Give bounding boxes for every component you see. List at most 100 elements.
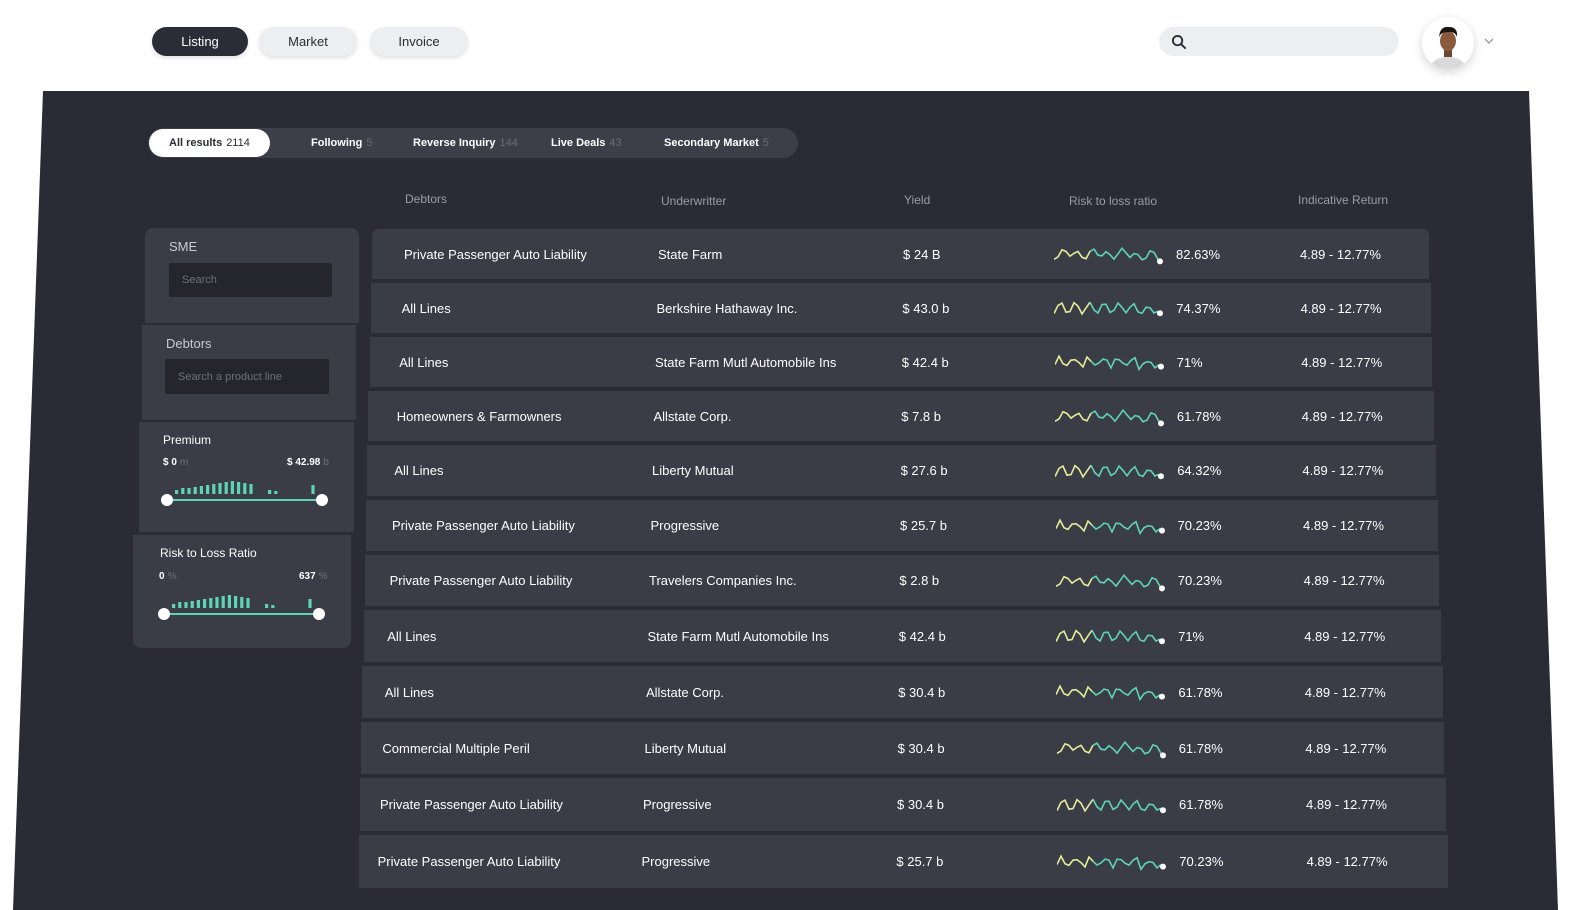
risk-sparkline xyxy=(1056,740,1166,759)
table-row[interactable]: All Lines Berkshire Hathaway Inc. $ 43.0 b… xyxy=(370,283,1431,335)
tab-reverse-inquiry[interactable]: Reverse Inquiry 144 xyxy=(413,128,518,158)
cell-underwriter: State Farm xyxy=(658,246,723,262)
tab-count: 144 xyxy=(499,137,518,149)
cell-underwriter: Allstate Corp. xyxy=(653,408,732,424)
sparkline-segment-high xyxy=(1055,575,1093,587)
column-header-underwriter[interactable]: Underwritter xyxy=(661,194,726,208)
column-header-risk[interactable]: Risk to loss ratio xyxy=(1069,194,1157,208)
sparkline-segment-low xyxy=(1092,798,1162,811)
tab-secondary-market[interactable]: Secondary Market 5 xyxy=(664,128,769,158)
table-row[interactable]: Private Passenger Auto Liability Traveler… xyxy=(364,555,1440,608)
debtors-search-input[interactable]: Search a product line xyxy=(165,359,329,394)
sme-search-input[interactable]: Search xyxy=(169,263,332,297)
risk-sparkline xyxy=(1056,684,1166,702)
cell-yield: $ 30.4 b xyxy=(898,684,946,700)
tab-live-deals[interactable]: Live Deals 43 xyxy=(551,128,622,158)
risk-sparkline xyxy=(1055,573,1165,591)
risk-slider-max-handle[interactable] xyxy=(313,608,325,620)
column-header-yield[interactable]: Yield xyxy=(904,193,930,207)
tab-count: 2114 xyxy=(226,137,250,149)
filter-label: Premium xyxy=(163,433,212,447)
sparkline-segment-low xyxy=(1092,740,1162,755)
cell-underwriter: State Farm Mutl Automobile Ins xyxy=(647,628,829,644)
cell-yield: $ 42.4 b xyxy=(901,354,949,370)
premium-slider-track[interactable] xyxy=(167,499,322,501)
histogram-bar xyxy=(224,482,228,494)
cell-debtor: All Lines xyxy=(401,300,451,316)
risk-slider-track[interactable] xyxy=(164,613,319,615)
user-avatar[interactable] xyxy=(1422,17,1474,69)
table-row[interactable]: All Lines State Farm Mutl Automobile Ins $… xyxy=(363,610,1441,664)
cell-return: 4.89 - 12.77% xyxy=(1303,573,1385,588)
cell-risk: 61.78% xyxy=(1178,740,1223,756)
table-row[interactable]: All Lines State Farm Mutl Automobile Ins $… xyxy=(369,337,1433,389)
histogram-bar xyxy=(246,598,250,608)
histogram-bar xyxy=(274,491,278,494)
histogram-bar xyxy=(196,600,200,608)
sparkline-segment-low xyxy=(1090,408,1160,423)
tab-count: 43 xyxy=(609,137,622,149)
column-header-return[interactable]: Indicative Return xyxy=(1298,193,1388,207)
risk-sparkline xyxy=(1054,408,1164,427)
risk-sparkline xyxy=(1055,517,1165,535)
histogram-bar xyxy=(249,484,253,494)
histogram-bar xyxy=(187,488,191,494)
cell-debtor: Private Passenger Auto Liability xyxy=(380,797,563,812)
histogram-bar xyxy=(206,485,210,494)
histogram-bar xyxy=(221,596,225,608)
tab-all-results[interactable]: All results 2114 xyxy=(149,129,270,157)
cell-underwriter: Liberty Mutual xyxy=(651,463,734,478)
chevron-down-icon[interactable] xyxy=(1483,36,1495,46)
histogram-bar xyxy=(230,481,234,494)
cell-underwriter: Liberty Mutual xyxy=(644,740,727,756)
cell-risk: 70.23% xyxy=(1179,854,1224,869)
histogram-bar xyxy=(209,598,213,608)
table-row[interactable]: Private Passenger Auto Liability Progress… xyxy=(360,778,1446,833)
risk-max-value: 637% xyxy=(299,571,328,582)
risk-sparkline xyxy=(1057,797,1166,813)
cell-underwriter: Berkshire Hathaway Inc. xyxy=(656,300,798,316)
histogram-bar xyxy=(175,490,179,494)
sparkline-end-dot xyxy=(1159,752,1166,759)
cell-underwriter: Allstate Corp. xyxy=(645,684,725,700)
histogram-bar xyxy=(243,483,247,494)
filter-sme: SME Search xyxy=(145,228,359,323)
cell-return: 4.89 - 12.77% xyxy=(1300,246,1381,262)
sparkline-segment-low xyxy=(1090,464,1160,477)
histogram-bar xyxy=(311,485,315,494)
cell-debtor: Private Passenger Auto Liability xyxy=(392,518,575,533)
filter-label: Debtors xyxy=(166,336,212,351)
column-header-debtors[interactable]: Debtors xyxy=(405,192,447,206)
tab-following[interactable]: Following 5 xyxy=(311,128,372,158)
cell-debtor: Private Passenger Auto Liability xyxy=(377,854,561,869)
sparkline-segment-low xyxy=(1089,301,1159,315)
table-row[interactable]: Homeowners & Farmowners Allstate Corp. $ 7… xyxy=(368,391,1435,443)
cell-yield: $ 42.4 b xyxy=(898,628,946,644)
table-row[interactable]: Private Passenger Auto Liability State Fa… xyxy=(372,229,1429,281)
risk-min-value: 0% xyxy=(159,571,177,582)
nav-tab-market[interactable]: Market xyxy=(259,27,357,56)
premium-slider-min-handle[interactable] xyxy=(161,494,173,506)
global-search-input[interactable] xyxy=(1159,27,1399,56)
nav-tab-invoice[interactable]: Invoice xyxy=(370,27,468,56)
table-row[interactable]: Private Passenger Auto Liability Progress… xyxy=(358,835,1448,890)
nav-tab-listing[interactable]: Listing xyxy=(152,27,248,56)
cell-underwriter: State Farm Mutl Automobile Ins xyxy=(654,354,837,370)
risk-slider-min-handle[interactable] xyxy=(158,608,170,620)
histogram-bar xyxy=(212,484,216,494)
premium-slider-max-handle[interactable] xyxy=(316,494,328,506)
table-row[interactable]: All Lines Allstate Corp. $ 30.4 b 61.78% 4.8… xyxy=(362,666,1443,720)
cell-debtor: All Lines xyxy=(394,463,444,478)
filter-risk: Risk to Loss Ratio 0% 637% xyxy=(133,535,351,648)
premium-max-value: $ 42.98 b xyxy=(287,457,329,468)
cell-risk: 71% xyxy=(1178,628,1205,644)
tab-count: 5 xyxy=(762,137,769,149)
histogram-bar xyxy=(215,597,219,608)
risk-sparkline xyxy=(1057,853,1167,871)
cell-yield: $ 25.7 b xyxy=(896,854,944,869)
table-row[interactable]: Commercial Multiple Peril Liberty Mutual $… xyxy=(361,722,1445,776)
histogram-bar xyxy=(240,597,244,608)
table-row[interactable]: Private Passenger Auto Liability Progress… xyxy=(366,500,1438,553)
cell-risk: 61.78% xyxy=(1178,684,1223,700)
table-row[interactable]: All Lines Liberty Mutual $ 27.6 b 64.32% 4.8… xyxy=(367,445,1436,498)
